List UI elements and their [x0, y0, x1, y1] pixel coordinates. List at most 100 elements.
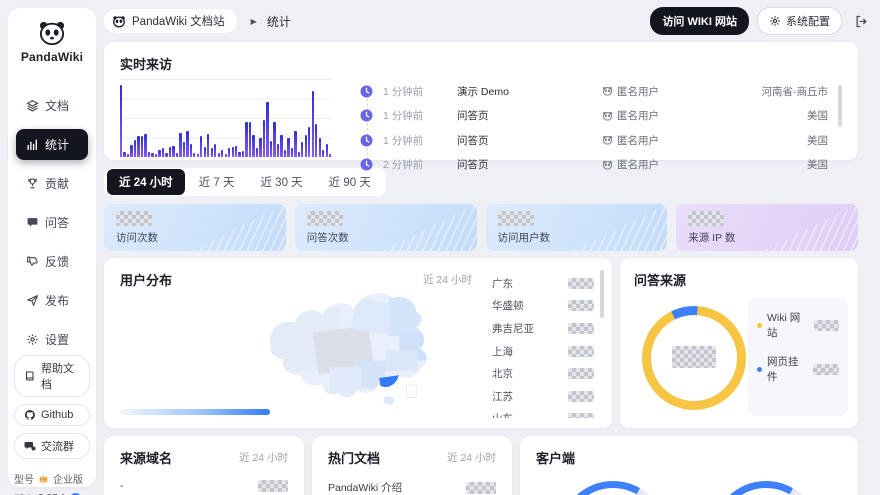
chart-bar	[238, 152, 240, 157]
chart-bar	[130, 145, 132, 157]
region-row[interactable]: 弗吉尼亚	[492, 317, 594, 340]
chart-bar	[162, 148, 164, 157]
time-range-tab[interactable]: 近 90 天	[317, 169, 383, 195]
region-row[interactable]: 广东	[492, 272, 594, 295]
visit-user-label: 匿名用户	[617, 108, 659, 123]
region-name: 山东	[492, 411, 513, 418]
hot-doc-label: PandaWiki 介绍	[328, 480, 402, 495]
breadcrumb-label: PandaWiki 文档站	[132, 13, 225, 29]
visit-page: 问答页	[457, 157, 602, 172]
china-map[interactable]	[204, 280, 504, 420]
hot-doc-value-redacted	[466, 482, 496, 494]
region-row[interactable]: 华盛顿	[492, 295, 594, 318]
chart-bar	[127, 154, 129, 157]
stat-cards: 访问次数 问答次数 访问用户数 来源 IP 数	[104, 204, 858, 251]
chart-bar	[301, 142, 303, 157]
clock-icon	[360, 134, 373, 147]
stat-label: 访问次数	[116, 230, 274, 245]
visit-row[interactable]: 1 分钟前 问答页 匿名用户 美国	[360, 104, 828, 129]
stat-card[interactable]: 访问次数	[104, 204, 286, 251]
sidebar-nav-item[interactable]: 统计	[16, 129, 88, 160]
list-scrollbar[interactable]	[838, 85, 842, 127]
chart-bar	[207, 134, 209, 157]
version-label: 版本	[14, 491, 34, 495]
visit-row[interactable]: 1 分钟前 演示 Demo 匿名用户 河南省-商丘市	[360, 79, 828, 104]
source-domains-range: 近 24 小时	[239, 450, 288, 465]
sidebar-links: 帮助文档 Github 交流群	[14, 355, 90, 459]
chart-bar	[179, 133, 181, 157]
sidebar-nav-item[interactable]: 贡献	[16, 168, 88, 199]
chart-bar	[252, 135, 254, 157]
region-row[interactable]: 山东	[492, 408, 594, 418]
realtime-title: 实时来访	[120, 54, 842, 73]
region-name: 江苏	[492, 389, 513, 404]
chart-bar	[270, 141, 272, 157]
chart-bar	[200, 136, 202, 157]
chart-bar	[245, 122, 247, 157]
breadcrumb[interactable]: PandaWiki 文档站	[104, 9, 237, 33]
visit-user: 匿名用户	[602, 157, 710, 172]
region-value-redacted	[568, 278, 594, 289]
stat-card[interactable]: 来源 IP 数	[676, 204, 858, 251]
legend-row[interactable]: 网页挂件	[757, 354, 839, 384]
region-row[interactable]: 江苏	[492, 385, 594, 408]
chart-bar	[155, 154, 157, 157]
chart-bar	[228, 148, 230, 157]
sidebar-nav-item[interactable]: 发布	[16, 285, 88, 316]
sidebar-nav-item[interactable]: 反馈	[16, 246, 88, 277]
chart-bar	[172, 146, 174, 157]
chart-bar	[284, 150, 286, 157]
hot-doc-row[interactable]: PandaWiki 介绍	[328, 480, 496, 495]
visit-row[interactable]: 1 分钟前 问答页 匿名用户 美国	[360, 128, 828, 153]
hot-docs-title: 热门文档	[328, 448, 380, 467]
stat-value-redacted	[116, 211, 152, 226]
sidebar-link-label: 交流群	[41, 438, 74, 454]
logout-icon[interactable]	[850, 10, 872, 32]
visit-location: 美国	[710, 157, 828, 172]
sidebar-nav-item[interactable]: 问答	[16, 207, 88, 238]
chart-bar	[263, 120, 265, 157]
chart-bar	[134, 140, 136, 157]
time-range-tab[interactable]: 近 7 天	[187, 169, 247, 195]
user-icon	[602, 160, 613, 170]
visit-row[interactable]: 2 分钟前 问答页 匿名用户 美国	[360, 153, 828, 178]
sidebar-link-button[interactable]: Github	[14, 404, 90, 426]
model-value: 企业版	[53, 471, 83, 486]
group-icon	[24, 440, 36, 452]
region-row[interactable]: 北京	[492, 362, 594, 385]
time-range-tab[interactable]: 近 24 小时	[107, 169, 185, 195]
system-config-label: 系统配置	[786, 13, 830, 29]
clients-title: 客户端	[536, 448, 575, 467]
map-density-legend	[120, 409, 270, 415]
stat-card[interactable]: 访问用户数	[486, 204, 668, 251]
sidebar-meta: 型号 企业版 版本 3.27.1 ▲	[14, 471, 90, 495]
region-scrollbar[interactable]	[600, 270, 604, 318]
legend-row[interactable]: Wiki 网站	[757, 310, 839, 340]
client-browser-donut-chart[interactable]	[712, 481, 820, 495]
panda-logo-icon	[37, 20, 67, 46]
sidebar-nav-item[interactable]: 文档	[16, 90, 88, 121]
region-row[interactable]: 上海	[492, 340, 594, 363]
visit-wiki-button[interactable]: 访问 WIKI 网站	[650, 7, 749, 35]
domain-row[interactable]: -	[120, 480, 288, 495]
legend-label: Wiki 网站	[767, 310, 809, 340]
chart-bar	[235, 146, 237, 157]
chart-bar	[186, 131, 188, 157]
sidebar-nav-label: 统计	[45, 136, 69, 153]
client-os-donut-chart[interactable]	[559, 481, 667, 495]
system-config-button[interactable]: 系统配置	[757, 7, 842, 35]
stat-card[interactable]: 问答次数	[295, 204, 477, 251]
distribution-title: 用户分布	[120, 270, 172, 289]
sidebar-link-label: Github	[41, 409, 73, 421]
stat-label: 访问用户数	[498, 230, 656, 245]
sidebar-link-button[interactable]: 交流群	[14, 433, 90, 459]
chart-bar	[197, 154, 199, 157]
sidebar-link-button[interactable]: 帮助文档	[14, 355, 90, 397]
chat-icon	[26, 216, 39, 229]
chart-bar	[176, 153, 178, 157]
visit-user: 匿名用户	[602, 84, 710, 99]
sidebar-nav-item[interactable]: 设置	[16, 324, 88, 355]
visit-user-label: 匿名用户	[617, 84, 659, 99]
domain-label: -	[120, 480, 124, 492]
time-range-tab[interactable]: 近 30 天	[248, 169, 314, 195]
